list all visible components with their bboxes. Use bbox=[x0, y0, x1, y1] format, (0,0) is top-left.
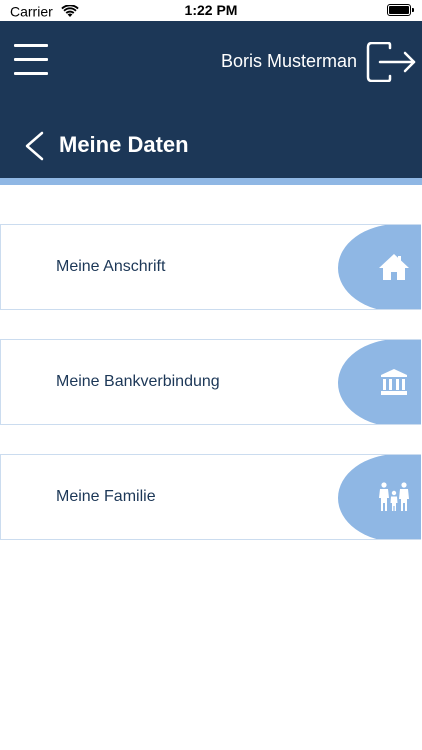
list-item-label: Meine Bankverbindung bbox=[56, 373, 220, 390]
battery-icon bbox=[387, 4, 414, 16]
list-item-icon-tab bbox=[338, 455, 421, 539]
page-title: Meine Daten bbox=[59, 132, 189, 157]
list-item-label: Meine Familie bbox=[56, 488, 156, 505]
list-item-bank[interactable]: Meine Bankverbindung bbox=[0, 339, 421, 425]
status-time: 1:22 PM bbox=[184, 2, 238, 18]
list-item-address[interactable]: Meine Anschrift bbox=[0, 224, 421, 310]
list-item-icon-tab bbox=[338, 225, 421, 309]
header-accent-stripe bbox=[0, 178, 422, 185]
app-header: Boris Musterman Meine Daten bbox=[0, 21, 422, 178]
hamburger-line bbox=[14, 72, 48, 75]
family-icon bbox=[379, 482, 409, 511]
hamburger-line bbox=[14, 58, 48, 61]
hamburger-line bbox=[14, 44, 48, 47]
status-bar: Carrier 1:22 PM bbox=[0, 0, 422, 21]
back-button[interactable] bbox=[22, 131, 46, 161]
list-item-icon-tab bbox=[338, 340, 421, 424]
bank-icon bbox=[381, 369, 407, 395]
list-item-label: Meine Anschrift bbox=[56, 258, 166, 275]
house-icon bbox=[379, 254, 409, 280]
logout-button[interactable] bbox=[366, 41, 418, 83]
list-item-family[interactable]: Meine Familie bbox=[0, 454, 421, 540]
menu-button[interactable] bbox=[14, 44, 48, 76]
user-name: Boris Musterman bbox=[220, 51, 357, 71]
chevron-left-icon bbox=[25, 131, 44, 161]
logout-icon bbox=[366, 41, 416, 83]
